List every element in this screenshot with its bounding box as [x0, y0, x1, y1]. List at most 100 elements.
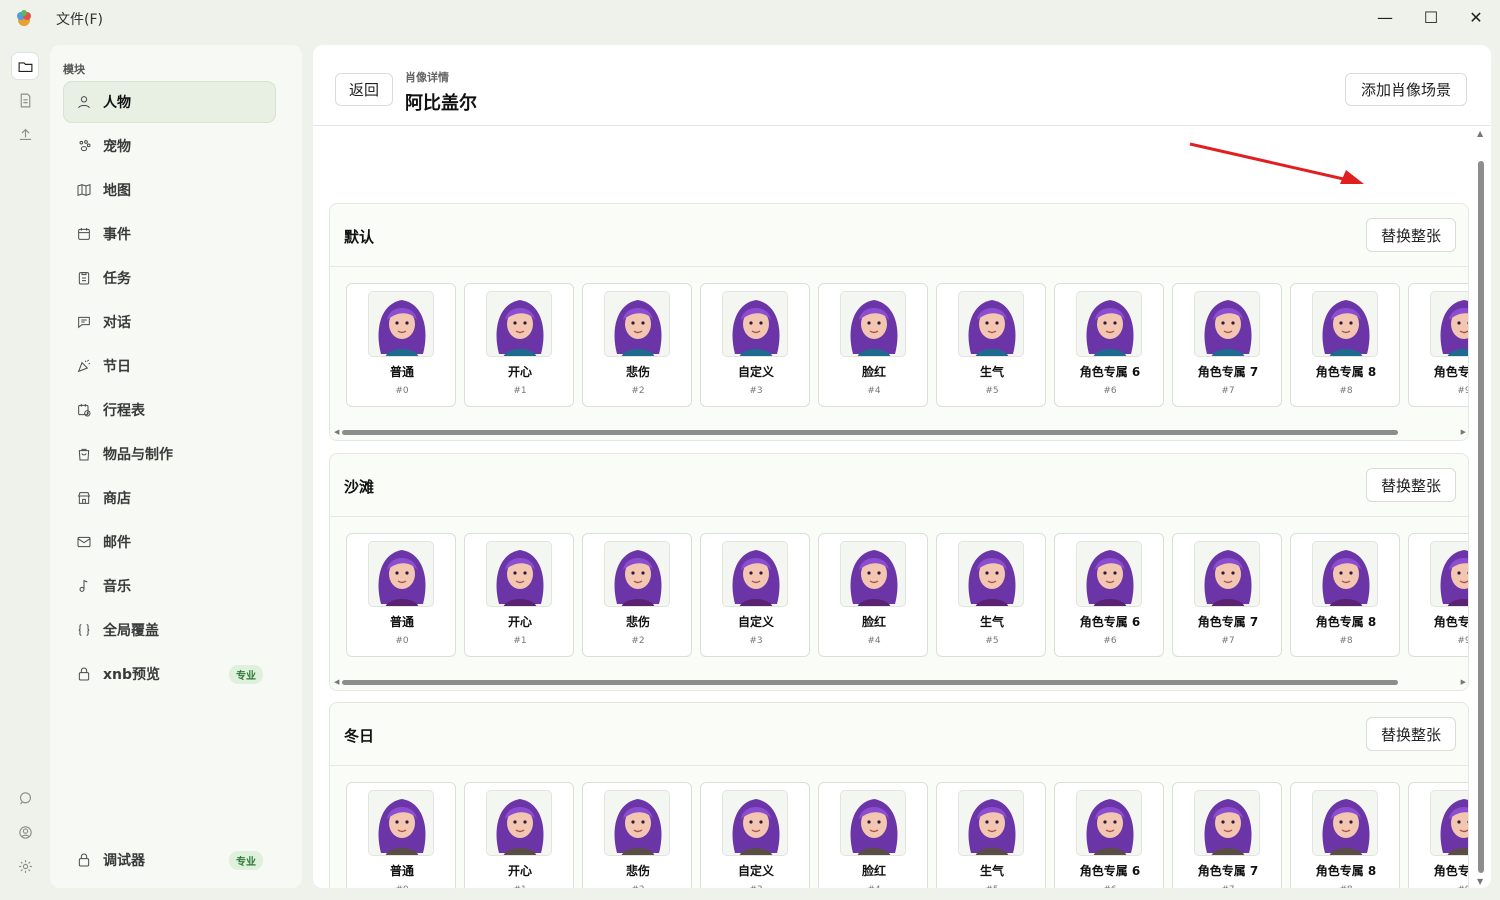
- portrait-card[interactable]: 角色专属 9 #9: [1408, 533, 1468, 657]
- add-scene-button[interactable]: 添加肖像场景: [1345, 73, 1467, 106]
- portrait-card[interactable]: 角色专属 9 #9: [1408, 782, 1468, 888]
- account-icon: [18, 825, 32, 839]
- sidebar-item-debugger[interactable]: 调试器 专业: [64, 840, 275, 880]
- portrait-card[interactable]: 普通 #0: [346, 283, 456, 407]
- sidebar-item-label: 物品与制作: [103, 447, 173, 463]
- portrait-card[interactable]: 普通 #0: [346, 533, 456, 657]
- portrait-index: #3: [749, 636, 763, 646]
- portrait-card[interactable]: 生气 #5: [936, 283, 1046, 407]
- portrait-avatar-icon: [1204, 300, 1252, 356]
- person-icon: [78, 96, 90, 109]
- horizontal-scrollbar[interactable]: ◀ ▶: [334, 428, 1466, 436]
- portrait-card[interactable]: 角色专属 9 #9: [1408, 283, 1468, 407]
- portrait-name: 开心: [507, 615, 532, 629]
- portrait-avatar-icon: [1322, 550, 1370, 606]
- minimize-button[interactable]: —: [1362, 0, 1408, 34]
- scene-title: 冬日: [344, 727, 375, 745]
- portrait-card[interactable]: 自定义 #3: [700, 782, 810, 888]
- scrollbar-thumb[interactable]: [342, 430, 1398, 435]
- portrait-card[interactable]: 脸红 #4: [818, 782, 928, 888]
- rail-account-button[interactable]: [12, 819, 38, 845]
- portrait-card[interactable]: 普通 #0: [346, 782, 456, 888]
- sidebar-item-map[interactable]: 地图: [64, 170, 275, 210]
- portrait-image: [604, 541, 670, 607]
- portrait-name: 开心: [507, 365, 532, 379]
- sidebar-item-label: 人物: [103, 95, 131, 111]
- portrait-name: 角色专属 7: [1197, 615, 1259, 629]
- vertical-scrollbar[interactable]: ▲ ▼: [1475, 127, 1487, 888]
- sidebar-item-events[interactable]: 事件: [64, 214, 275, 254]
- divider: [330, 516, 1468, 517]
- portrait-card[interactable]: 悲伤 #2: [582, 782, 692, 888]
- portrait-avatar-icon: [1204, 550, 1252, 606]
- scrollbar-thumb[interactable]: [1478, 161, 1484, 873]
- portrait-index: #6: [1055, 885, 1165, 888]
- sidebar-item-schedule[interactable]: 行程表: [64, 390, 275, 430]
- portrait-index: #4: [819, 885, 929, 888]
- portrait-card[interactable]: 角色专属 8 #8: [1290, 533, 1400, 657]
- portrait-card[interactable]: 悲伤 #2: [582, 283, 692, 407]
- portrait-card[interactable]: 角色专属 8 #8: [1290, 782, 1400, 888]
- calendar-icon: [78, 228, 90, 240]
- portrait-card[interactable]: 角色专属 7 #7: [1172, 533, 1282, 657]
- scroll-right-icon[interactable]: ▶: [1461, 428, 1466, 436]
- portrait-image: [1430, 541, 1468, 607]
- back-button[interactable]: 返回: [335, 73, 393, 106]
- horizontal-scrollbar[interactable]: ◀ ▶: [334, 678, 1466, 686]
- rail-folder-button[interactable]: [12, 53, 38, 79]
- file-menu[interactable]: 文件(F): [56, 9, 103, 29]
- scene-list: 默认 替换整张 普通 #0 开心 #1 悲伤 #2 自定义 #3 脸红 #4 生气 #5 角色专属 6 #6 角…: [313, 127, 1473, 888]
- portrait-card[interactable]: 角色专属 6 #6: [1054, 782, 1164, 888]
- close-button[interactable]: ✕: [1453, 0, 1499, 34]
- sidebar-item-label: 调试器: [103, 853, 145, 869]
- rail-export-button[interactable]: [12, 121, 38, 147]
- portrait-card[interactable]: 开心 #1: [464, 283, 574, 407]
- sidebar-item-person[interactable]: 人物: [64, 82, 275, 122]
- portrait-card[interactable]: 脸红 #4: [818, 283, 928, 407]
- document-icon: [20, 93, 30, 107]
- portrait-card[interactable]: 角色专属 6 #6: [1054, 533, 1164, 657]
- portrait-card[interactable]: 角色专属 8 #8: [1290, 283, 1400, 407]
- sidebar-item-pets[interactable]: 宠物: [64, 126, 275, 166]
- scroll-left-icon[interactable]: ◀: [334, 428, 339, 436]
- portrait-card[interactable]: 自定义 #3: [700, 283, 810, 407]
- portrait-index: #9: [1457, 636, 1468, 646]
- portrait-image: [368, 291, 434, 357]
- portrait-card[interactable]: 生气 #5: [936, 782, 1046, 888]
- scrollbar-thumb[interactable]: [342, 680, 1398, 685]
- portrait-card[interactable]: 角色专属 7 #7: [1172, 283, 1282, 407]
- scroll-right-icon[interactable]: ▶: [1461, 678, 1466, 686]
- maximize-button[interactable]: ☐: [1408, 0, 1454, 34]
- portrait-card[interactable]: 角色专属 7 #7: [1172, 782, 1282, 888]
- portrait-card[interactable]: 角色专属 6 #6: [1054, 283, 1164, 407]
- sidebar-item-global-override[interactable]: 全局覆盖: [64, 610, 275, 650]
- rail-chat-button[interactable]: [12, 785, 38, 811]
- sidebar-item-shop[interactable]: 商店: [64, 478, 275, 518]
- sidebar-item-items-crafting[interactable]: 物品与制作: [64, 434, 275, 474]
- portrait-card[interactable]: 生气 #5: [936, 533, 1046, 657]
- sidebar-item-label: 音乐: [103, 579, 131, 595]
- sidebar-item-music[interactable]: 音乐: [64, 566, 275, 606]
- scroll-left-icon[interactable]: ◀: [334, 678, 339, 686]
- portrait-index: #0: [395, 636, 409, 646]
- sidebar-item-dialog[interactable]: 对话: [64, 302, 275, 342]
- portrait-card[interactable]: 开心 #1: [464, 782, 574, 888]
- rail-settings-button[interactable]: [12, 853, 38, 879]
- sidebar-item-mail[interactable]: 邮件: [64, 522, 275, 562]
- sidebar-item-festivals[interactable]: 节日: [64, 346, 275, 386]
- replace-sheet-button[interactable]: 替换整张: [1366, 218, 1456, 252]
- sidebar-item-tasks[interactable]: 任务: [64, 258, 275, 298]
- portrait-card[interactable]: 脸红 #4: [818, 533, 928, 657]
- replace-sheet-button[interactable]: 替换整张: [1366, 468, 1456, 502]
- portrait-card[interactable]: 开心 #1: [464, 533, 574, 657]
- sidebar-item-xnb-preview[interactable]: xnb预览 专业: [64, 654, 275, 694]
- sidebar-item-label: 全局覆盖: [103, 623, 159, 639]
- replace-sheet-button[interactable]: 替换整张: [1366, 717, 1456, 751]
- sidebar-item-label: 节日: [103, 359, 131, 375]
- rail-document-button[interactable]: [12, 87, 38, 113]
- portrait-index: #4: [867, 636, 881, 646]
- portrait-card[interactable]: 自定义 #3: [700, 533, 810, 657]
- scroll-down-icon[interactable]: ▼: [1477, 877, 1483, 886]
- scroll-up-icon[interactable]: ▲: [1477, 129, 1483, 138]
- portrait-card[interactable]: 悲伤 #2: [582, 533, 692, 657]
